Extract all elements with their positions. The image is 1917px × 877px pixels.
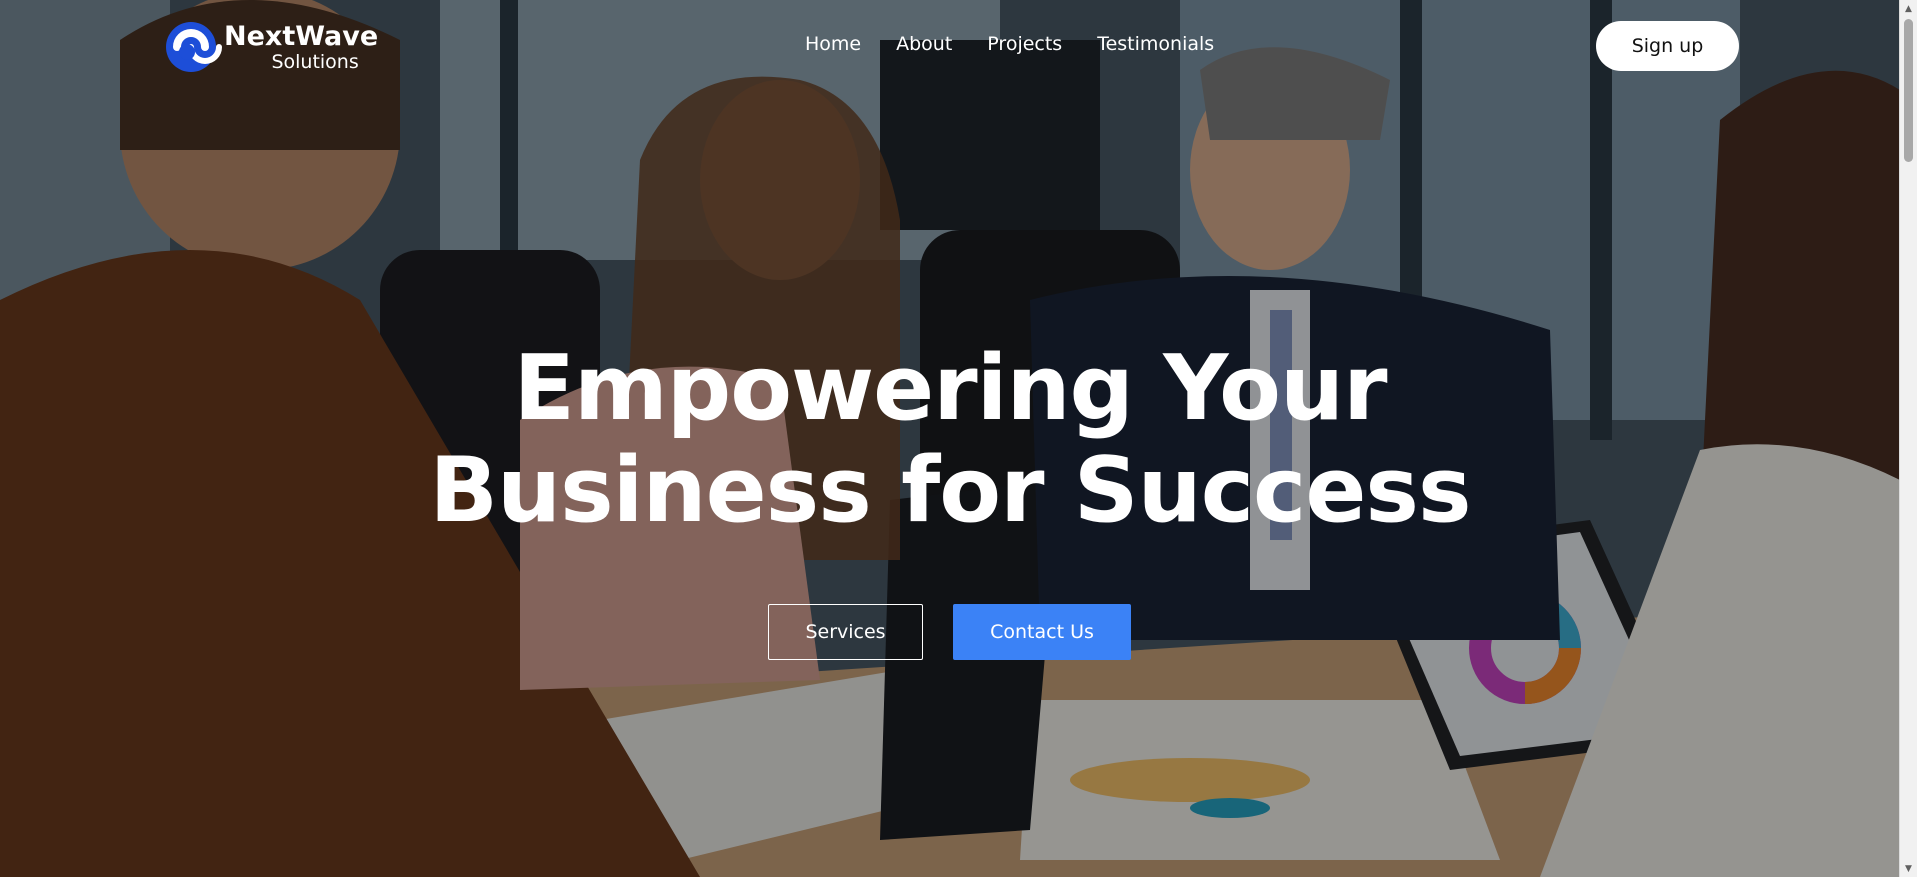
nav-item-home[interactable]: Home	[805, 33, 861, 55]
sign-up-button[interactable]: Sign up	[1596, 21, 1739, 71]
nav-item-projects[interactable]: Projects	[987, 33, 1062, 55]
landing-page: NextWave Solutions Home About Projects T…	[0, 0, 1917, 877]
scroll-up-arrow-icon[interactable]: ▲	[1900, 0, 1917, 17]
scrollbar-thumb[interactable]	[1904, 19, 1913, 162]
vertical-scrollbar[interactable]: ▲ ▼	[1899, 0, 1917, 877]
hero-headline-line-2: Business for Success	[429, 438, 1471, 543]
wave-swirl-logo-icon	[160, 21, 222, 73]
contact-us-button[interactable]: Contact Us	[953, 604, 1131, 660]
brand-tagline: Solutions	[271, 50, 359, 73]
nav-item-about[interactable]: About	[896, 33, 952, 55]
brand-name: NextWave	[224, 20, 379, 52]
nav-item-testimonials[interactable]: Testimonials	[1097, 33, 1214, 55]
hero-cta-group: Services Contact Us	[768, 604, 1131, 660]
scroll-down-arrow-icon[interactable]: ▼	[1900, 860, 1917, 877]
services-button[interactable]: Services	[768, 604, 923, 660]
brand-logo[interactable]: NextWave Solutions	[160, 20, 378, 74]
brand-wordmark: NextWave Solutions	[224, 23, 378, 72]
site-header: NextWave Solutions Home About Projects T…	[0, 0, 1900, 92]
hero-headline-line-1: Empowering Your	[513, 336, 1388, 441]
hero-headline: Empowering Your Business for Success	[0, 338, 1900, 542]
main-nav: Home About Projects Testimonials	[805, 33, 1249, 55]
